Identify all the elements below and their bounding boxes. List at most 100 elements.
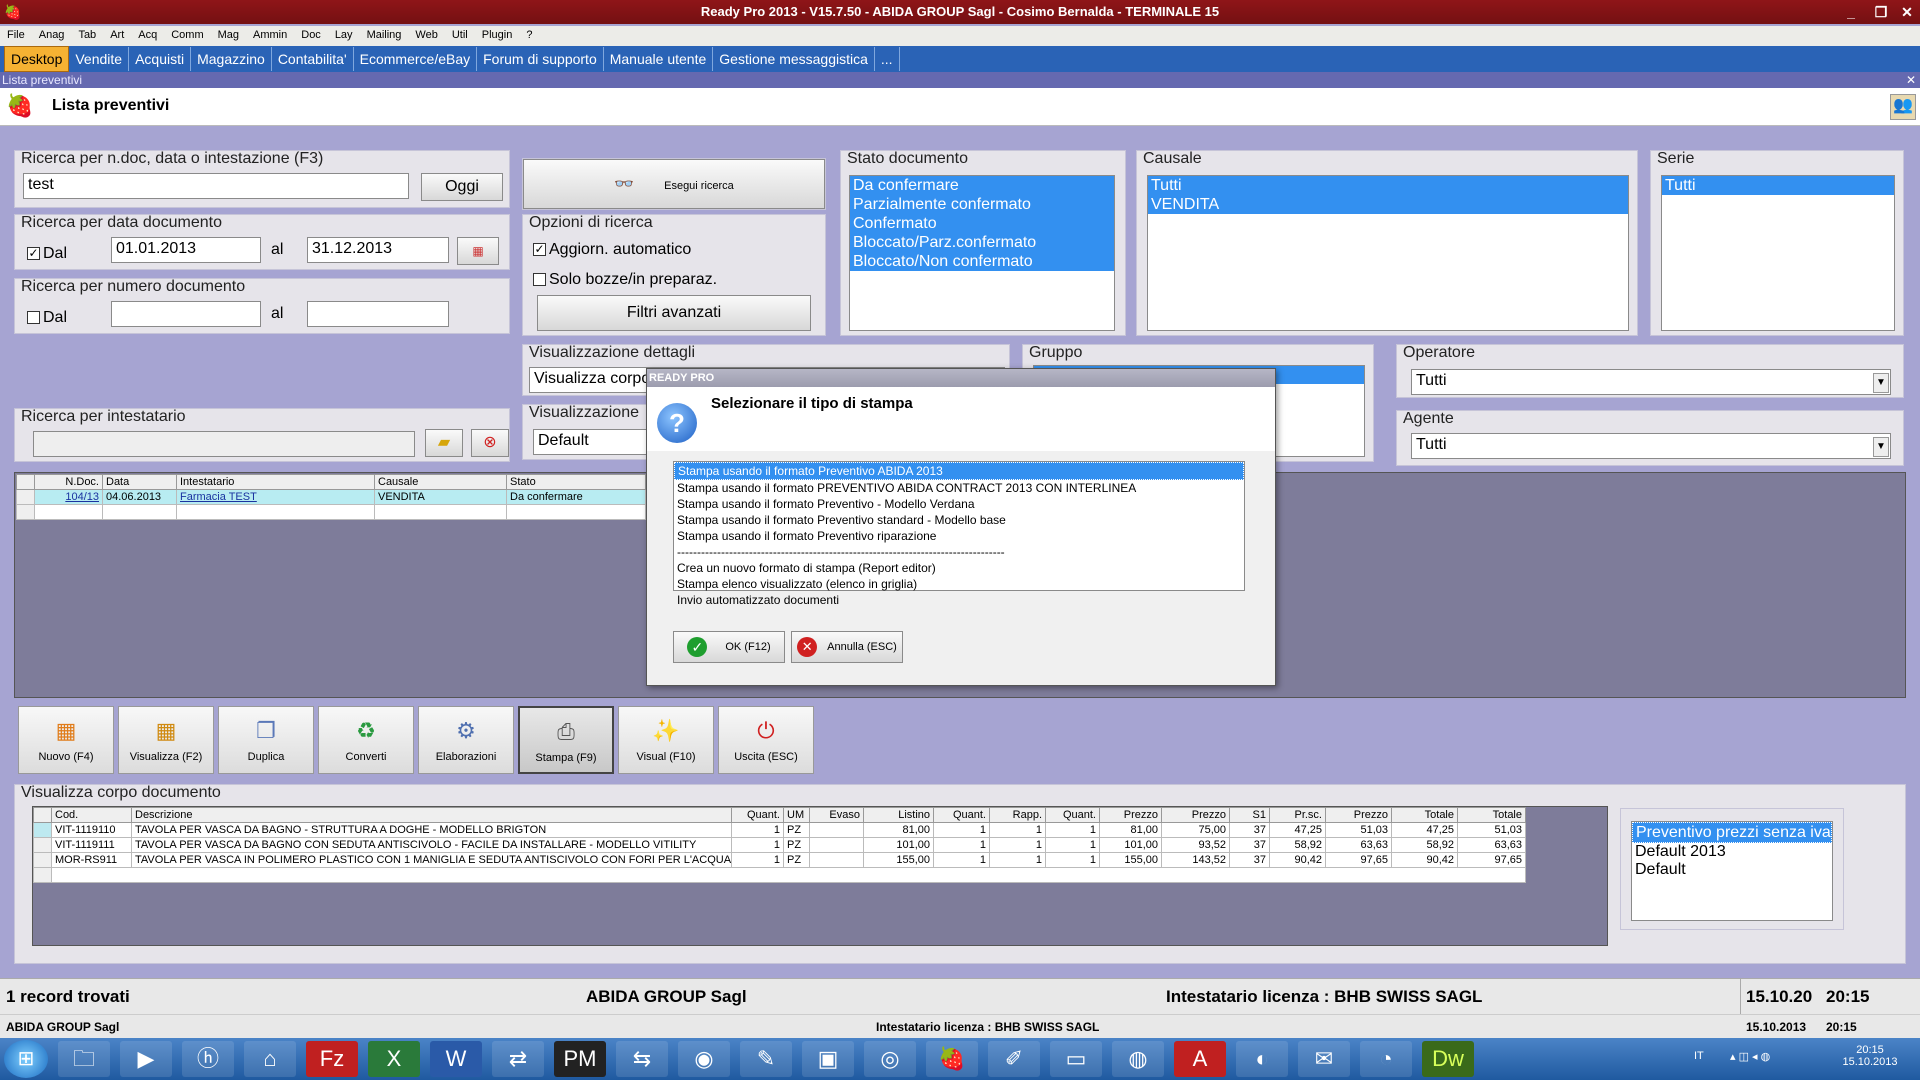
auto-update-checkbox[interactable]: ✓ <box>533 243 546 257</box>
tab-forum[interactable]: Forum di supporto <box>477 47 604 71</box>
doc-number-link[interactable]: 104/13 <box>34 489 103 505</box>
menu-lay[interactable]: Lay <box>328 26 360 41</box>
folder-icon[interactable]: ▰ <box>425 429 463 457</box>
status-item[interactable]: Confermato <box>850 214 1114 233</box>
firefox-icon[interactable]: ◐ <box>1236 1041 1288 1077</box>
mail-icon[interactable]: ✉ <box>1298 1041 1350 1077</box>
convert-button[interactable]: ♻ Converti <box>318 706 414 774</box>
status-item[interactable]: Bloccato/Parz.confermato <box>850 233 1114 252</box>
drafts-option[interactable]: Solo bozze/in preparaz. <box>533 271 717 289</box>
column-header[interactable]: Stato <box>506 474 646 490</box>
column-header[interactable]: Prezzo <box>1099 807 1162 823</box>
row-selector[interactable] <box>33 852 52 868</box>
run-search-button[interactable]: 👓 Esegui ricerca <box>523 159 825 209</box>
network-icon[interactable]: ⌂ <box>244 1041 296 1077</box>
control-panel-icon[interactable]: ▣ <box>802 1041 854 1077</box>
dreamweaver-icon[interactable]: Dw <box>1422 1041 1474 1077</box>
advanced-filters-button[interactable]: Filtri avanzati <box>537 295 811 331</box>
drafts-checkbox[interactable] <box>533 273 546 287</box>
search-input[interactable]: test <box>23 173 409 199</box>
row-selector[interactable] <box>16 504 35 520</box>
teamviewer-icon[interactable]: ⇆ <box>616 1041 668 1077</box>
tab-messaggistica[interactable]: Gestione messaggistica <box>713 47 875 71</box>
tray-icons[interactable]: ▴ ◫ ◂ ◍ <box>1730 1050 1770 1063</box>
menu-acq[interactable]: Acq <box>131 26 164 41</box>
print-option-item[interactable]: Stampa usando il formato Preventivo stan… <box>674 512 1244 528</box>
table-row[interactable] <box>33 867 1526 883</box>
tab-more[interactable]: ... <box>875 47 900 71</box>
picasa-icon[interactable]: ◉ <box>678 1041 730 1077</box>
skype-icon[interactable]: ◔ <box>1360 1041 1412 1077</box>
date-from-input[interactable]: 01.01.2013 <box>111 237 261 263</box>
column-header[interactable]: Quant. <box>1045 807 1100 823</box>
view-button[interactable]: ▦ Visualizza (F2) <box>118 706 214 774</box>
notes-icon[interactable]: ▭ <box>1050 1041 1102 1077</box>
table-row[interactable] <box>16 504 646 520</box>
calendar-icon[interactable]: ▦ <box>457 237 499 265</box>
num-to-input[interactable] <box>307 301 449 327</box>
column-header[interactable]: Prezzo <box>1161 807 1230 823</box>
duplicate-button[interactable]: ❐ Duplica <box>218 706 314 774</box>
menu-doc[interactable]: Doc <box>294 26 328 41</box>
processing-button[interactable]: ⚙ Elaborazioni <box>418 706 514 774</box>
filezilla-icon[interactable]: Fz <box>306 1041 358 1077</box>
column-header[interactable]: Evaso <box>809 807 864 823</box>
clock[interactable]: 20:15 15.10.2013 <box>1840 1044 1900 1068</box>
owner-input[interactable] <box>33 431 415 457</box>
exit-button[interactable]: ⏻ Uscita (ESC) <box>718 706 814 774</box>
tab-manuale[interactable]: Manuale utente <box>604 47 714 71</box>
new-button[interactable]: ▦ Nuovo (F4) <box>18 706 114 774</box>
start-button[interactable]: ⊞ <box>4 1040 48 1078</box>
layout-item[interactable]: Preventivo prezzi senza iva <box>1632 822 1832 843</box>
view-select[interactable]: Default <box>533 429 651 455</box>
column-header[interactable]: Intestatario <box>176 474 375 490</box>
today-button[interactable]: Oggi <box>421 173 503 201</box>
tab-contabilita[interactable]: Contabilita' <box>272 47 354 71</box>
operator-select[interactable]: Tutti <box>1411 369 1891 395</box>
explorer-icon[interactable]: 🗀 <box>58 1041 110 1077</box>
column-header[interactable]: Cod. <box>51 807 132 823</box>
column-header[interactable]: Pr.sc. <box>1269 807 1326 823</box>
causale-item[interactable]: VENDITA <box>1148 195 1628 214</box>
remote-icon[interactable]: ⇄ <box>492 1041 544 1077</box>
column-header[interactable]: Quant. <box>933 807 990 823</box>
status-item[interactable]: Da confermare <box>850 176 1114 195</box>
column-header[interactable]: Causale <box>374 474 507 490</box>
restore-button[interactable]: ❐ <box>1868 2 1894 22</box>
serie-listbox[interactable]: Tutti <box>1661 175 1895 331</box>
menu-help[interactable]: ? <box>519 26 539 41</box>
customer-link[interactable]: Farmacia TEST <box>176 489 375 505</box>
num-from-toggle[interactable]: Dal <box>27 309 67 327</box>
column-header[interactable]: Quant. <box>731 807 784 823</box>
table-row[interactable]: 104/13 04.06.2013 Farmacia TEST VENDITA … <box>16 489 646 505</box>
row-selector[interactable] <box>33 822 52 838</box>
agent-select[interactable]: Tutti <box>1411 433 1891 459</box>
menu-mailing[interactable]: Mailing <box>360 26 409 41</box>
column-header[interactable]: Descrizione <box>131 807 732 823</box>
print-option-item[interactable]: Stampa usando il formato PREVENTIVO ABID… <box>674 480 1244 496</box>
menu-comm[interactable]: Comm <box>164 26 210 41</box>
visual-button[interactable]: ✨ Visual (F10) <box>618 706 714 774</box>
print-option-item[interactable]: Stampa usando il formato Preventivo ABID… <box>674 462 1244 480</box>
tab-vendite[interactable]: Vendite <box>69 47 130 71</box>
print-option-item[interactable]: Stampa elenco visualizzato (elenco in gr… <box>674 576 1244 592</box>
column-header[interactable]: Rapp. <box>989 807 1046 823</box>
column-header[interactable]: Data <box>102 474 177 490</box>
ok-button[interactable]: ✓ OK (F12) <box>673 631 785 663</box>
users-icon[interactable]: 👥 <box>1890 94 1916 120</box>
column-header[interactable]: S1 <box>1229 807 1270 823</box>
acrobat-icon[interactable]: A <box>1174 1041 1226 1077</box>
menu-plugin[interactable]: Plugin <box>475 26 520 41</box>
menu-anag[interactable]: Anag <box>32 26 72 41</box>
layouts-listbox[interactable]: Preventivo prezzi senza iva Default 2013… <box>1631 821 1833 921</box>
causale-item[interactable]: Tutti <box>1148 176 1628 195</box>
num-from-checkbox[interactable] <box>27 311 40 325</box>
word-icon[interactable]: W <box>430 1041 482 1077</box>
status-item[interactable]: Bloccato/Non confermato <box>850 252 1114 271</box>
table-row[interactable]: VIT-1119111 TAVOLA PER VASCA DA BAGNO CON… <box>33 837 1526 853</box>
print-option-item[interactable]: Crea un nuovo formato di stampa (Report … <box>674 560 1244 576</box>
minimize-button[interactable]: _ <box>1838 2 1864 22</box>
causale-listbox[interactable]: Tutti VENDITA <box>1147 175 1629 331</box>
tab-desktop[interactable]: Desktop <box>4 46 70 72</box>
media-player-icon[interactable]: ▶ <box>120 1041 172 1077</box>
